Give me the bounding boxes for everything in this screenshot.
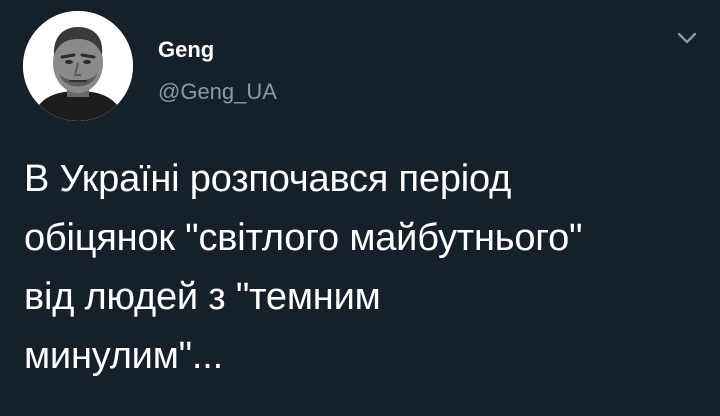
chevron-down-icon[interactable] xyxy=(674,28,700,48)
tweet-card: Geng @Geng_UA В Україні розпочався періо… xyxy=(0,0,720,416)
author-handle[interactable]: @Geng_UA xyxy=(158,79,277,105)
profile-photo-icon xyxy=(23,11,133,121)
author-display-name[interactable]: Geng xyxy=(158,37,214,63)
avatar[interactable] xyxy=(23,11,133,121)
tweet-text-line: минулим"... xyxy=(24,335,223,377)
tweet-text: В Україні розпочався період обіцянок "св… xyxy=(24,150,704,386)
tweet-text-line: обіцянок "світлого майбутнього" xyxy=(24,217,583,259)
tweet-text-line: від людей з "темним xyxy=(24,276,381,318)
tweet-text-line: В Україні розпочався період xyxy=(24,158,512,200)
